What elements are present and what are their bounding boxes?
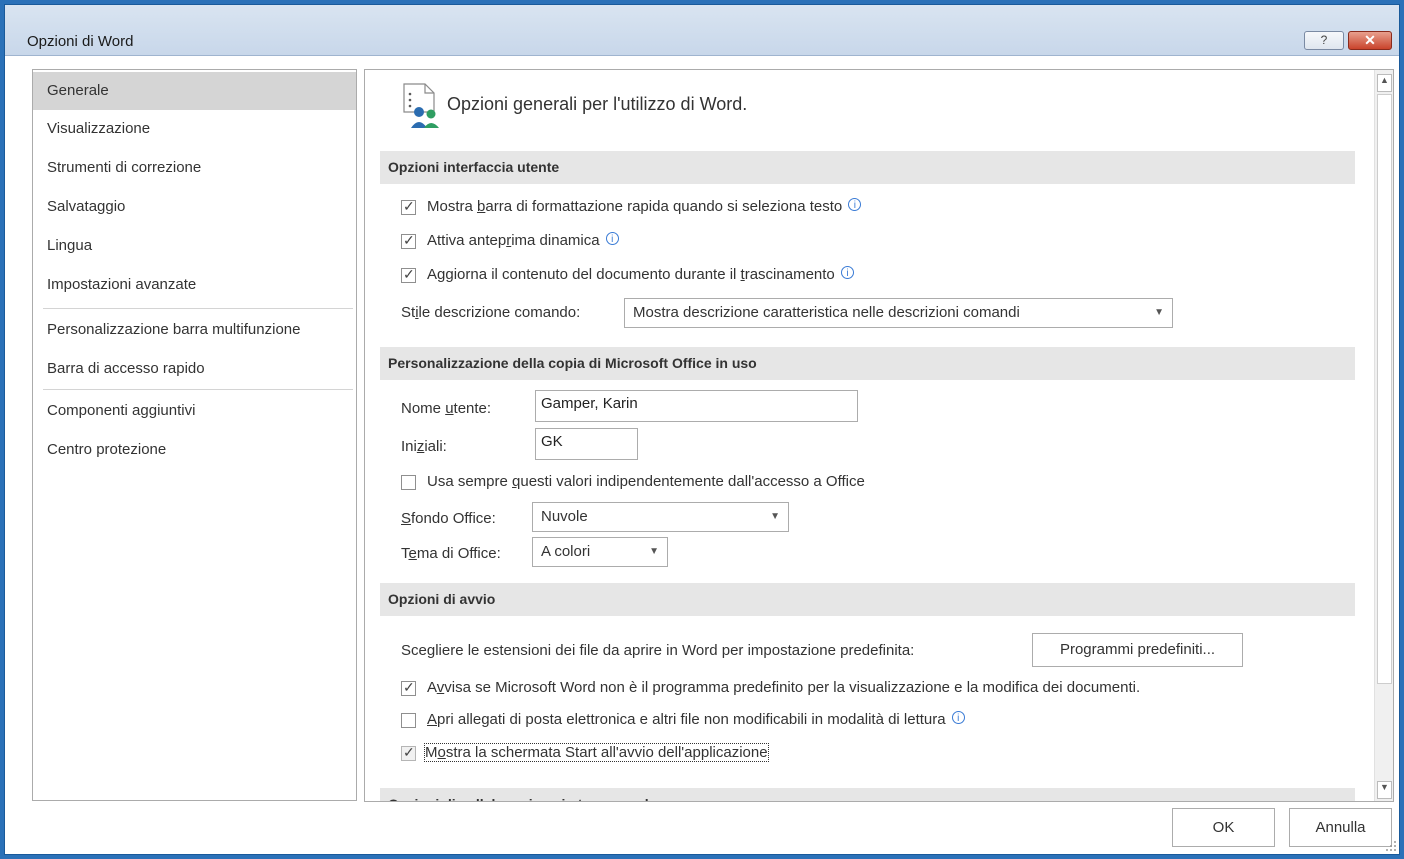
username-input[interactable]: Gamper, Karin <box>535 390 858 422</box>
sidebar-item-lingua[interactable]: Lingua <box>33 227 356 265</box>
chevron-down-icon: ▼ <box>1154 307 1164 318</box>
title-bar: Opzioni di Word ? ✕ <box>5 5 1399 56</box>
sidebar-item-generale[interactable]: Generale <box>33 72 356 110</box>
office-background-label: Sfondo Office: <box>401 510 496 527</box>
options-icon <box>403 83 439 128</box>
always-use-checkbox[interactable] <box>401 475 416 490</box>
warn-default-checkbox[interactable] <box>401 679 416 696</box>
live-preview-label: Attiva anteprima dinamica i <box>427 232 619 249</box>
screentip-label: Stile descrizione comando: <box>401 304 581 321</box>
sidebar-item-barra-accesso-rapido[interactable]: Barra di accesso rapido <box>33 350 356 388</box>
options-content-panel: Opzioni generali per l'utilizzo di Word.… <box>364 69 1394 802</box>
initials-label: Iniziali: <box>401 438 447 455</box>
info-icon[interactable]: i <box>605 232 619 245</box>
dialog-title: Opzioni di Word <box>27 33 134 50</box>
show-start-label: Mostra la schermata Start all'avvio dell… <box>424 743 769 762</box>
word-options-dialog: Opzioni di Word ? ✕ Generale Visualizzaz… <box>4 4 1400 855</box>
open-attachments-checkbox[interactable] <box>401 713 416 728</box>
vertical-scrollbar[interactable]: ▲ ▼ <box>1374 70 1393 801</box>
chevron-down-icon: ▼ <box>649 546 659 557</box>
options-sidebar: Generale Visualizzazione Strumenti di co… <box>32 69 357 801</box>
office-theme-label: Tema di Office: <box>401 545 501 562</box>
sidebar-item-impostazioni-avanzate[interactable]: Impostazioni avanzate <box>33 266 356 304</box>
scroll-down-icon[interactable]: ▼ <box>1377 781 1392 799</box>
mini-toolbar-checkbox[interactable] <box>401 198 416 215</box>
warn-default-label: Avvisa se Microsoft Word non è il progra… <box>427 679 1141 696</box>
sidebar-divider <box>43 389 353 390</box>
live-preview-checkbox[interactable] <box>401 232 416 249</box>
mini-toolbar-label: Mostra barra di formattazione rapida qua… <box>427 198 862 215</box>
username-label: Nome utente: <box>401 400 492 417</box>
office-theme-select[interactable]: A colori ▼ <box>532 537 668 567</box>
section-ui-options: Opzioni interfaccia utente <box>380 151 1355 184</box>
info-icon[interactable]: i <box>951 711 965 724</box>
help-button[interactable]: ? <box>1304 31 1344 50</box>
show-start-checkbox[interactable] <box>401 744 416 761</box>
chevron-down-icon: ▼ <box>770 511 780 522</box>
info-icon[interactable]: i <box>840 266 854 279</box>
scroll-thumb[interactable] <box>1377 94 1392 684</box>
sidebar-item-visualizzazione[interactable]: Visualizzazione <box>33 110 356 148</box>
close-button[interactable]: ✕ <box>1348 31 1392 50</box>
extensions-text: Scegliere le estensioni dei file da apri… <box>401 642 915 659</box>
open-attachments-label: Apri allegati di posta elettronica e alt… <box>427 711 965 728</box>
scroll-up-icon[interactable]: ▲ <box>1377 74 1392 92</box>
sidebar-item-strumenti-correzione[interactable]: Strumenti di correzione <box>33 149 356 187</box>
sidebar-item-salvataggio[interactable]: Salvataggio <box>33 188 356 226</box>
sidebar-divider <box>43 308 353 309</box>
default-programs-button[interactable]: Programmi predefiniti... <box>1032 633 1243 667</box>
office-background-select[interactable]: Nuvole ▼ <box>532 502 789 532</box>
page-title: Opzioni generali per l'utilizzo di Word. <box>447 94 748 114</box>
update-drag-label: Aggiorna il contenuto del documento dura… <box>427 266 854 283</box>
section-startup: Opzioni di avvio <box>380 583 1355 616</box>
section-collaboration: Opzioni di collaborazione in tempo reale <box>380 788 1355 801</box>
update-drag-checkbox[interactable] <box>401 266 416 283</box>
sidebar-item-personalizzazione-barra[interactable]: Personalizzazione barra multifunzione <box>33 311 356 349</box>
cancel-button[interactable]: Annulla <box>1289 808 1392 847</box>
section-personalize: Personalizzazione della copia di Microso… <box>380 347 1355 380</box>
screentip-select[interactable]: Mostra descrizione caratteristica nelle … <box>624 298 1173 328</box>
resize-grip-icon[interactable] <box>1385 840 1397 852</box>
always-use-label: Usa sempre questi valori indipendentemen… <box>427 473 865 490</box>
info-icon[interactable]: i <box>848 198 862 211</box>
initials-input[interactable]: GK <box>535 428 638 460</box>
ok-button[interactable]: OK <box>1172 808 1275 847</box>
sidebar-item-centro-protezione[interactable]: Centro protezione <box>33 431 356 469</box>
sidebar-item-componenti-aggiuntivi[interactable]: Componenti aggiuntivi <box>33 392 356 430</box>
